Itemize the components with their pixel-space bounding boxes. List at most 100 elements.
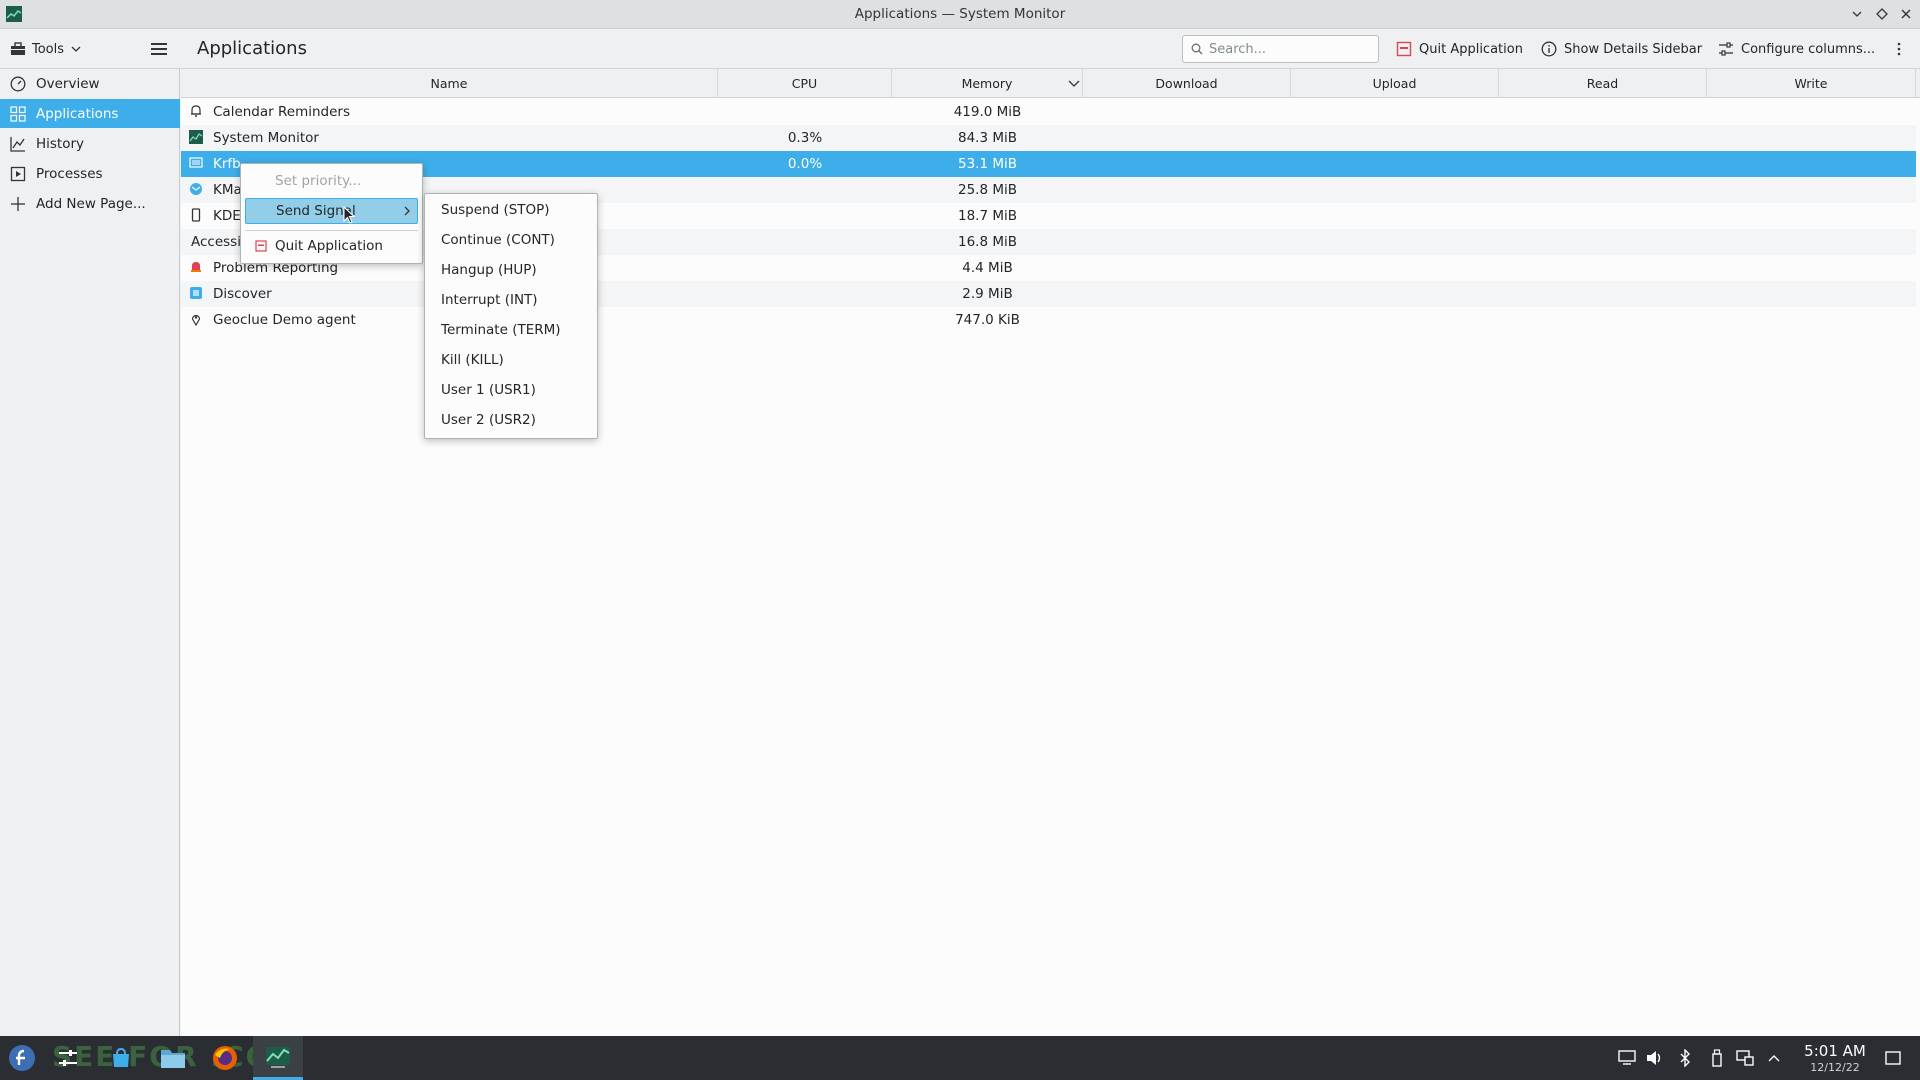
column-header-name[interactable]: Name — [181, 69, 718, 98]
signal-hangup-item[interactable]: Hangup (HUP) — [429, 255, 593, 285]
search-input[interactable] — [1209, 41, 1369, 57]
cpu-value: 0.0% — [787, 156, 823, 172]
context-menu: Set priority... Send Signal Quit Applica… — [240, 163, 423, 264]
overview-icon — [10, 76, 26, 91]
bell-icon — [191, 105, 201, 117]
sidebar-item-overview[interactable]: Overview — [0, 69, 180, 98]
app-launcher-button[interactable] — [6, 1042, 38, 1074]
firefox-icon — [213, 1046, 237, 1070]
volume-icon — [1647, 1051, 1661, 1065]
window-title: Applications — System Monitor — [854, 6, 1066, 22]
settings-taskbar-button[interactable] — [52, 1042, 84, 1074]
folder-icon — [161, 1050, 185, 1068]
network-icon — [1736, 1050, 1754, 1066]
sort-descending-icon — [1068, 80, 1080, 87]
column-header-memory[interactable]: Memory — [892, 69, 1083, 98]
info-icon — [1541, 41, 1557, 57]
app-name: Accessi — [191, 234, 241, 250]
diamond-icon — [1876, 8, 1888, 20]
show-desktop-button[interactable] — [1883, 1048, 1903, 1068]
table-row[interactable]: Calendar Reminders 419.0 MiB — [181, 99, 1916, 125]
send-signal-menu-item[interactable]: Send Signal — [245, 198, 418, 224]
title-bar: Applications — System Monitor — [0, 0, 1920, 29]
fedora-logo-icon — [9, 1045, 35, 1071]
signal-interrupt-item[interactable]: Interrupt (INT) — [429, 285, 593, 315]
close-icon — [1901, 9, 1911, 19]
column-header-upload[interactable]: Upload — [1291, 69, 1499, 98]
tools-menu-button[interactable]: Tools — [10, 37, 82, 61]
quit-app-icon — [255, 240, 267, 252]
signal-terminate-item[interactable]: Terminate (TERM) — [429, 315, 593, 345]
app-name: KDE — [213, 208, 241, 224]
configure-icon — [1719, 42, 1733, 56]
sidebar-item-history[interactable]: History — [0, 129, 180, 158]
taskbar: SEE FOR .COM 5:01 AM 12/12/22 — [0, 1036, 1920, 1080]
memory-value: 2.9 MiB — [962, 286, 1013, 302]
network-tray-button[interactable] — [1735, 1048, 1755, 1068]
show-desktop-icon — [1885, 1051, 1901, 1065]
firefox-taskbar-button[interactable] — [209, 1042, 241, 1074]
remote-desktop-icon — [189, 157, 203, 168]
table-row[interactable]: Krfb 0.0% 53.1 MiB — [181, 151, 1916, 177]
sidebar-item-applications[interactable]: Applications — [0, 99, 180, 128]
memory-value: 747.0 KiB — [955, 312, 1020, 328]
phone-icon — [191, 208, 201, 222]
signal-suspend-item[interactable]: Suspend (STOP) — [429, 195, 593, 225]
memory-value: 53.1 MiB — [957, 156, 1017, 172]
sidebar-item-label: History — [36, 135, 85, 152]
signal-continue-item[interactable]: Continue (CONT) — [429, 225, 593, 255]
minimize-button[interactable] — [1848, 5, 1866, 23]
search-box[interactable] — [1182, 35, 1379, 63]
system-monitor-taskbar-button[interactable] — [253, 1036, 303, 1080]
set-priority-menu-item[interactable]: Set priority... — [245, 168, 418, 194]
mouse-cursor-icon — [343, 206, 355, 224]
maximize-button[interactable] — [1873, 5, 1891, 23]
discover-icon — [190, 287, 202, 299]
applications-icon — [10, 105, 26, 122]
sidebar-item-processes[interactable]: Processes — [0, 159, 180, 188]
system-monitor-icon — [266, 1046, 290, 1068]
memory-value: 419.0 MiB — [953, 104, 1022, 120]
column-header-write[interactable]: Write — [1707, 69, 1916, 98]
column-header-download[interactable]: Download — [1083, 69, 1291, 98]
kmail-icon — [190, 183, 202, 195]
show-details-sidebar-button[interactable]: Show Details Sidebar — [1541, 38, 1702, 60]
cpu-value — [718, 99, 892, 125]
page-title: Applications — [197, 38, 307, 59]
bluetooth-tray-button[interactable] — [1675, 1048, 1695, 1068]
sidebar-item-label: Overview — [36, 75, 100, 92]
column-header-cpu[interactable]: CPU — [718, 69, 892, 98]
column-header-read[interactable]: Read — [1499, 69, 1707, 98]
menu-separator — [245, 230, 418, 231]
more-options-button[interactable] — [1889, 38, 1909, 60]
clock-time: 5:01 AM — [1804, 1042, 1866, 1060]
storage-tray-button[interactable] — [1707, 1048, 1727, 1068]
close-button[interactable] — [1897, 5, 1915, 23]
problem-reporting-icon — [191, 262, 201, 272]
monitor-icon — [1618, 1050, 1636, 1065]
signal-user1-item[interactable]: User 1 (USR1) — [429, 375, 593, 405]
toolbox-icon — [11, 42, 25, 55]
chevron-down-icon — [71, 46, 81, 52]
display-tray-button[interactable] — [1617, 1048, 1637, 1068]
volume-tray-button[interactable] — [1645, 1048, 1665, 1068]
usb-drive-icon — [1712, 1049, 1722, 1067]
quit-application-menu-item[interactable]: Quit Application — [245, 233, 418, 259]
search-icon — [1191, 43, 1203, 55]
file-manager-taskbar-button[interactable] — [157, 1042, 189, 1074]
app-name: Calendar Reminders — [213, 104, 350, 120]
discover-taskbar-button[interactable] — [105, 1042, 137, 1074]
signal-user2-item[interactable]: User 2 (USR2) — [429, 405, 593, 435]
table-row[interactable]: System Monitor 0.3% 84.3 MiB — [181, 125, 1916, 151]
configure-columns-button[interactable]: Configure columns... — [1718, 38, 1875, 60]
hamburger-menu-button[interactable] — [148, 38, 170, 60]
signal-kill-item[interactable]: Kill (KILL) — [429, 345, 593, 375]
memory-value: 4.4 MiB — [962, 260, 1013, 276]
clock[interactable]: 5:01 AM 12/12/22 — [1790, 1042, 1880, 1074]
table-header: Name CPU Memory Download Upload Read Wri… — [181, 69, 1920, 98]
quit-application-button[interactable]: Quit Application — [1396, 38, 1523, 60]
tray-expand-button[interactable] — [1764, 1048, 1784, 1068]
memory-value: 84.3 MiB — [957, 130, 1017, 146]
cpu-value — [718, 177, 892, 203]
sidebar-item-add-new-page[interactable]: Add New Page... — [0, 189, 180, 218]
